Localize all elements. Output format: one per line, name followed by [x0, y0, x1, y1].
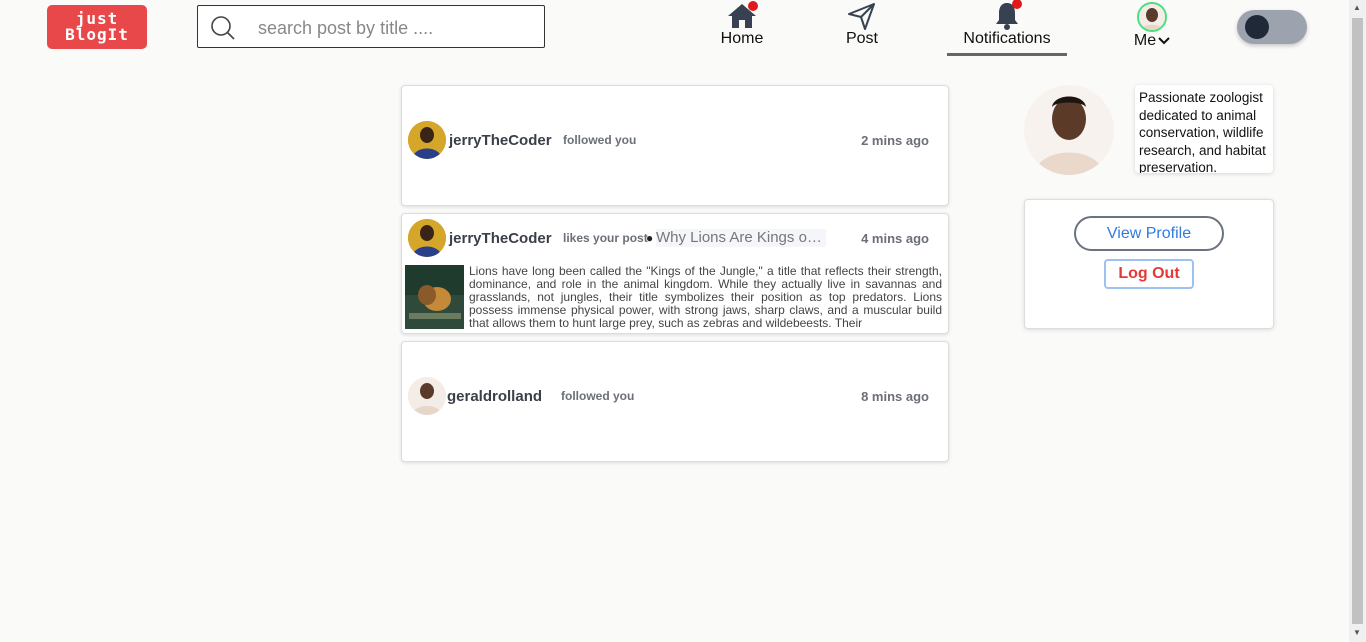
logo[interactable]: just BlogIt [47, 5, 147, 49]
avatar [408, 377, 446, 415]
notification-card[interactable]: geraldrolland followed you 8 mins ago [401, 341, 949, 462]
notification-action: followed you [561, 389, 635, 403]
theme-toggle[interactable] [1237, 10, 1307, 44]
notification-post-excerpt: Lions have long been called the "Kings o… [469, 265, 942, 330]
notification-card[interactable]: jerryTheCoder likes your post ● Why Lion… [401, 213, 949, 334]
nav-post[interactable]: Post [832, 2, 892, 48]
search-input[interactable] [256, 14, 540, 42]
view-profile-button[interactable]: View Profile [1074, 216, 1224, 251]
home-icon [726, 1, 758, 30]
scroll-down-icon[interactable]: ▼ [1353, 628, 1361, 637]
separator-dot: ● [646, 231, 654, 245]
scrollbar-thumb[interactable] [1352, 18, 1363, 624]
nav-notifications[interactable]: Notifications [950, 0, 1064, 48]
search-bar [197, 5, 545, 48]
notification-action: likes your post [563, 231, 648, 245]
profile-bio: Passionate zoologist dedicated to animal… [1135, 85, 1273, 173]
notification-username[interactable]: jerryTheCoder [449, 230, 552, 247]
nav-me[interactable]: Me [1126, 2, 1178, 50]
post-thumbnail[interactable] [405, 265, 464, 329]
nav-me-label: Me [1133, 32, 1157, 49]
toggle-knob [1245, 15, 1269, 39]
avatar [1137, 2, 1167, 32]
logo-line-2: BlogIt [65, 25, 129, 44]
notification-post-title[interactable]: Why Lions Are Kings of the Jungle [656, 229, 826, 247]
nav-home[interactable]: Home [712, 1, 772, 48]
avatar [408, 219, 446, 257]
profile-avatar[interactable] [1024, 85, 1114, 175]
avatar [408, 121, 446, 159]
chevron-down-icon [1158, 37, 1170, 45]
nav-post-label: Post [845, 30, 878, 47]
notification-action: followed you [563, 133, 637, 147]
scroll-up-icon[interactable]: ▲ [1353, 3, 1361, 12]
home-badge [748, 1, 758, 11]
profile-actions-card: View Profile Log Out [1024, 199, 1274, 329]
notification-time: 8 mins ago [861, 389, 929, 404]
bell-icon [992, 0, 1022, 30]
notification-username[interactable]: geraldrolland [447, 388, 542, 405]
notification-username[interactable]: jerryTheCoder [449, 132, 552, 149]
nav-home-label: Home [720, 30, 764, 47]
notification-time: 2 mins ago [861, 133, 929, 148]
search-icon[interactable] [210, 15, 236, 41]
active-tab-indicator [947, 53, 1067, 56]
notification-card[interactable]: jerryTheCoder followed you 2 mins ago [401, 85, 949, 206]
notification-time: 4 mins ago [861, 231, 929, 246]
nav-notifications-label: Notifications [963, 30, 1051, 47]
page-scrollbar[interactable]: ▲ ▼ [1349, 0, 1366, 642]
log-out-button[interactable]: Log Out [1104, 259, 1194, 289]
send-icon [847, 2, 877, 30]
